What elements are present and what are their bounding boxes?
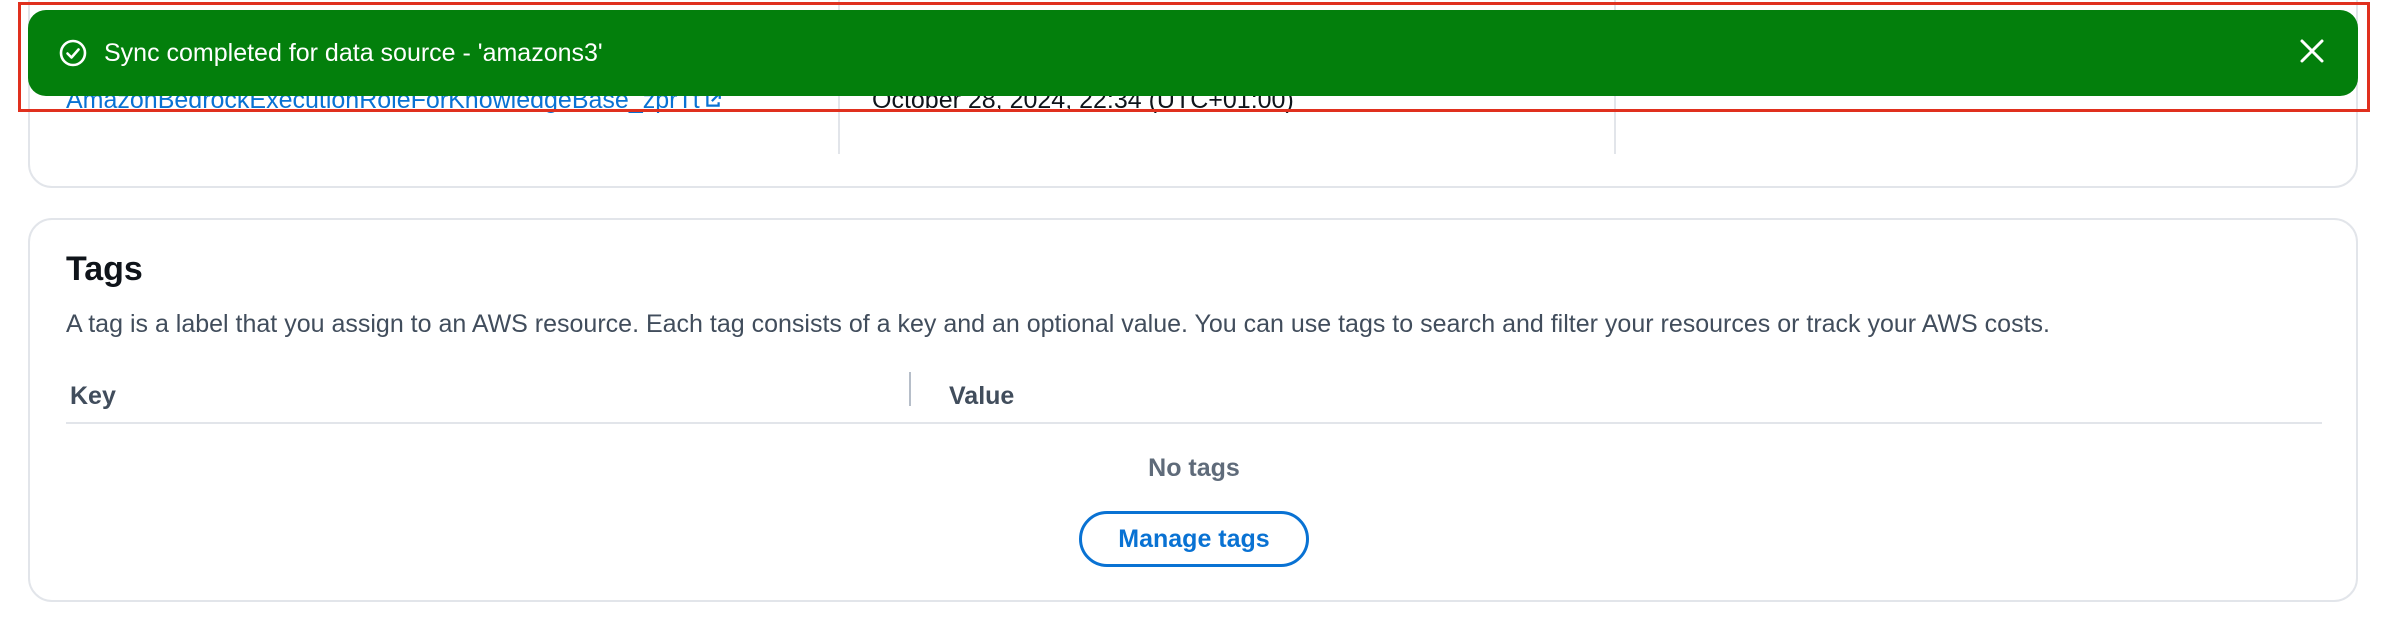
tags-table-header: Key Value [66, 370, 2322, 424]
column-resize-handle[interactable] [909, 372, 911, 406]
tags-empty-state: No tags Manage tags [66, 454, 2322, 567]
no-tags-label: No tags [1148, 454, 1240, 482]
tags-title: Tags [66, 250, 143, 288]
notification-message: Sync completed for data source - 'amazon… [104, 38, 603, 67]
tags-table: Key Value No tags Manage tags [66, 370, 2322, 567]
manage-tags-button[interactable]: Manage tags [1079, 511, 1309, 567]
close-icon [2298, 37, 2326, 70]
success-notification: Sync completed for data source - 'amazon… [28, 10, 2358, 96]
column-header-value[interactable]: Value [949, 382, 1014, 411]
column-header-key[interactable]: Key [70, 382, 116, 411]
tags-description: A tag is a label that you assign to an A… [66, 310, 2050, 338]
check-circle-icon [58, 38, 88, 68]
tags-card: Tags A tag is a label that you assign to… [28, 218, 2358, 602]
dismiss-notification-button[interactable] [2294, 35, 2330, 71]
